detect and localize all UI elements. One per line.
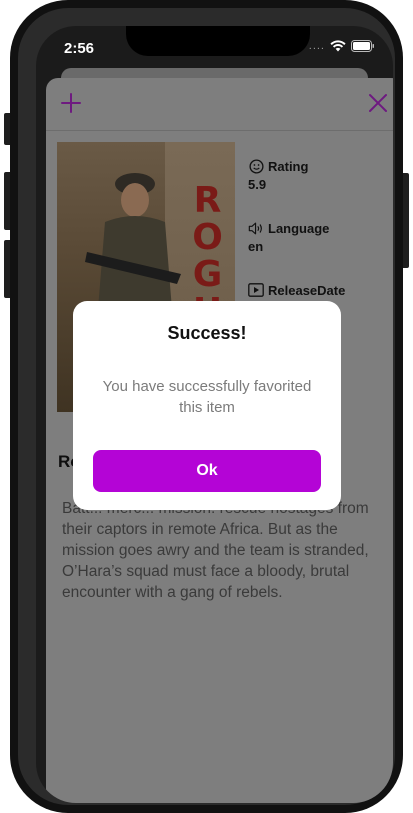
success-dialog: Success! You have successfully favorited…	[73, 301, 341, 510]
release-date-row: ReleaseDate	[248, 282, 393, 298]
language-label: Language	[268, 220, 330, 236]
status-icons: ....	[309, 40, 375, 52]
language-row: Language en	[248, 220, 393, 255]
speaker-icon	[248, 220, 264, 236]
dialog-message: You have successfully favorited this ite…	[102, 378, 312, 416]
plus-icon[interactable]	[60, 92, 82, 114]
rating-row: Rating 5.9	[248, 158, 393, 193]
play-box-icon	[248, 282, 264, 298]
rating-label: Rating	[268, 158, 309, 174]
release-date-label: ReleaseDate	[268, 282, 346, 298]
movie-overview: Batt... merc... mission: rescue hostages…	[62, 500, 369, 601]
nav-divider	[46, 130, 393, 131]
battery-icon	[351, 40, 375, 52]
wifi-icon	[330, 40, 346, 52]
close-icon[interactable]	[367, 92, 389, 114]
language-value: en	[248, 239, 264, 254]
notch	[126, 26, 310, 56]
signal-icon: ....	[308, 40, 325, 52]
smiley-icon	[248, 158, 264, 174]
rating-value: 5.9	[248, 177, 267, 192]
status-time: 2:56	[64, 40, 95, 57]
ok-button[interactable]: Ok	[93, 450, 321, 492]
dialog-title: Success!	[167, 323, 247, 343]
